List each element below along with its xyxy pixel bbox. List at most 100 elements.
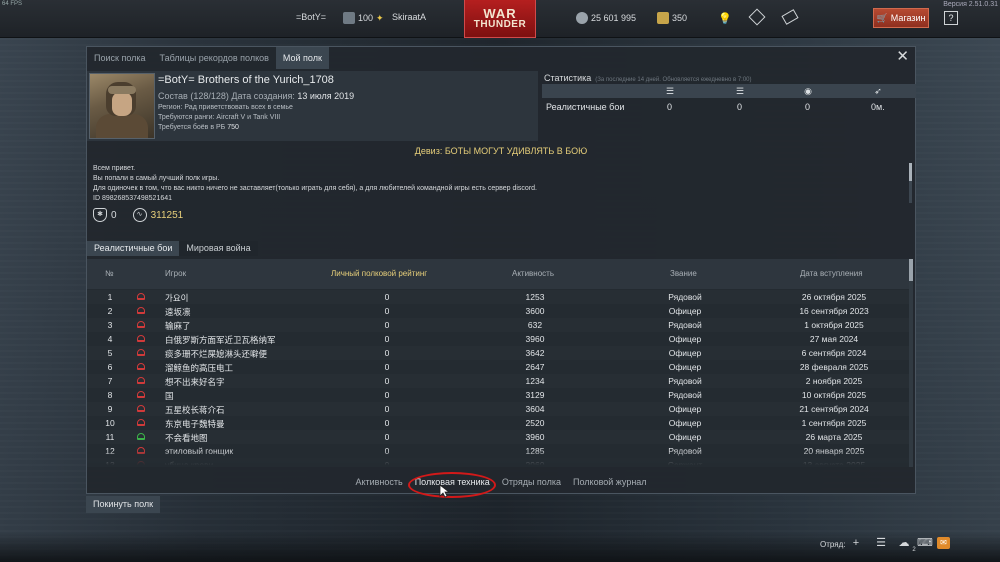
stat2-value: 311251 [150, 209, 184, 221]
regiment-stats: ✱ 0 ∿ 311251 [93, 208, 183, 222]
description-line: ID 898268537498521641 [93, 195, 173, 202]
table-row[interactable]: 7 想不出来好名字 0 1234 Рядовой 2 ноября 2025 [87, 374, 913, 388]
row-player: 五星校长蒋介石 [165, 405, 225, 415]
column-rating[interactable]: Личный полковой рейтинг [331, 269, 427, 278]
tab-activity[interactable]: Активность [353, 477, 404, 487]
row-activity: 1253 [525, 292, 545, 302]
regiment-emblem [89, 73, 155, 139]
row-rating: 0 [384, 348, 390, 358]
player-status-icon [137, 335, 145, 342]
row-rating: 0 [384, 376, 390, 386]
row-number: 6 [107, 362, 113, 372]
table-row[interactable]: 11 不会看地图 0 3960 Офицер 26 марта 2025 [87, 430, 913, 444]
highlight-circle [408, 472, 496, 498]
description-scrollbar[interactable] [909, 163, 912, 203]
row-number: 8 [107, 390, 113, 400]
player-status-icon [137, 433, 145, 440]
tab-regiment-log[interactable]: Полковой журнал [571, 477, 649, 487]
squad-tag[interactable]: SkiraatA [392, 12, 426, 22]
table-row[interactable]: 2 遠坂凛 0 3600 Офицер 16 сентября 2023 [87, 304, 913, 318]
diamond-icon[interactable] [748, 8, 766, 26]
player-nickname[interactable]: =BotY= [296, 12, 326, 22]
row-rank: Офицер [668, 362, 702, 372]
version-label: Версия 2.51.0.31 [943, 1, 998, 8]
row-rank: Офицер [668, 404, 702, 414]
statistics-title: Статистика (За последние 14 дней. Обновля… [544, 73, 752, 83]
shop-button[interactable]: 🛒 Магазин [873, 8, 929, 28]
silver-lions[interactable]: 25 601 995 [576, 12, 636, 24]
row-activity: 3642 [525, 348, 545, 358]
column-player[interactable]: Игрок [165, 269, 186, 278]
row-date: 26 октября 2025 [801, 292, 867, 302]
table-row[interactable]: 4 白俄罗斯方面军近卫瓦格纳军 0 3960 Офицер 27 мая 2024 [87, 332, 913, 346]
column-num[interactable]: № [105, 269, 114, 278]
mail-icon[interactable]: ✉ [937, 537, 950, 549]
table-row[interactable]: 10 东京电子魏特曼 0 2520 Офицер 1 сентября 2025 [87, 416, 913, 430]
row-player: 输麻了 [165, 321, 191, 331]
tab-regiment-leaderboards[interactable]: Таблицы рекордов полков [153, 47, 276, 69]
help-button[interactable]: ? [944, 11, 958, 25]
add-squad-icon[interactable]: + [850, 537, 862, 549]
table-scrollbar[interactable] [909, 259, 913, 467]
golden-eagles[interactable]: 350 [657, 12, 687, 24]
row-rating: 0 [384, 334, 390, 344]
created-value: 13 июля 2019 [297, 91, 355, 101]
lightbulb-icon[interactable]: 💡 [718, 12, 732, 25]
row-rating: 0 [384, 306, 390, 316]
stat-value: 0 [805, 102, 811, 112]
row-rank: Рядовой [668, 390, 702, 400]
tab-my-regiment[interactable]: Мой полк [275, 47, 329, 69]
regiment-motto: Девиз: БОТЫ МОГУТ УДИВЛЯТЬ В БОЮ [414, 146, 588, 156]
gold-value: 350 [672, 13, 688, 23]
row-player: 不会看地图 [165, 433, 208, 443]
table-row[interactable]: 3 输麻了 0 632 Рядовой 1 октября 2025 [87, 318, 913, 332]
table-row[interactable]: 9 五星校长蒋介石 0 3604 Офицер 21 сентября 2024 [87, 402, 913, 416]
ticket-icon[interactable] [781, 9, 799, 25]
row-date: 6 сентября 2024 [801, 348, 867, 358]
row-date: 10 октября 2025 [801, 390, 867, 400]
row-number: 2 [107, 306, 113, 316]
tab-regiment-squads[interactable]: Отряды полка [500, 477, 563, 487]
column-rank[interactable]: Звание [670, 269, 697, 278]
player-status-icon [137, 419, 145, 426]
star-icon: ✦ [376, 12, 384, 23]
table-row[interactable]: 6 溜鲸鱼的高压电工 0 2647 Офицер 28 февраля 2025 [87, 360, 913, 374]
row-date: 1 сентября 2025 [801, 418, 867, 428]
regiment-info-panel: =BotY= Brothers of the Yurich_1708 Соста… [87, 71, 538, 141]
statistics-subtitle: (За последние 14 дней. Обновляется ежедн… [595, 77, 752, 83]
row-number: 7 [107, 376, 113, 386]
player-status-icon [137, 293, 145, 300]
table-fade [87, 449, 913, 467]
tab-realistic-battles[interactable]: Реалистичные бои [87, 241, 180, 256]
description-line: Всем привет. [93, 165, 136, 172]
row-player: 가요이 [165, 293, 189, 303]
column-activity[interactable]: Активность [512, 269, 554, 278]
table-row[interactable]: 8 国 0 3129 Рядовой 10 октября 2025 [87, 388, 913, 402]
silver-lions-icon [576, 12, 588, 24]
player-nickname-label: =BotY= [296, 12, 327, 22]
player-level[interactable]: 100 ✦ [343, 12, 384, 24]
regiment-composition: Состав (128/128) Дата создания: 13 июля … [158, 91, 354, 101]
table-row[interactable]: 1 가요이 0 1253 Рядовой 26 октября 2025 [87, 290, 913, 304]
row-rating: 0 [384, 432, 390, 442]
tab-search-regiment[interactable]: Поиск полка [87, 47, 153, 69]
list-icon[interactable]: ☰ [875, 537, 887, 549]
row-rating: 0 [384, 404, 390, 414]
bottom-tabs: Активность Полковая техника Отряды полка… [87, 477, 915, 487]
row-number: 10 [105, 418, 115, 428]
table-row[interactable]: 5 痰多珊不烂屎媳淋头还噼便 0 3642 Офицер 6 сентября 2024 [87, 346, 913, 360]
row-player: 国 [165, 391, 174, 401]
tab-world-war[interactable]: Мировая война [179, 241, 258, 256]
chat-icon[interactable]: ⌨ [917, 537, 933, 549]
game-logo[interactable]: WAR THUNDER [464, 0, 536, 38]
medal-icon: ◉ [804, 86, 812, 96]
column-date[interactable]: Дата вступления [800, 269, 863, 278]
row-rank: Рядовой [668, 292, 702, 302]
row-number: 5 [107, 348, 113, 358]
regiment-region: Регион: Рад приветствовать всех в семье [158, 104, 293, 111]
wins-icon: ☰ [735, 86, 745, 96]
row-rank: Офицер [668, 334, 702, 344]
row-number: 4 [107, 334, 113, 344]
leave-regiment-button[interactable]: Покинуть полк [86, 496, 161, 513]
close-icon[interactable]: ✕ [896, 49, 909, 65]
